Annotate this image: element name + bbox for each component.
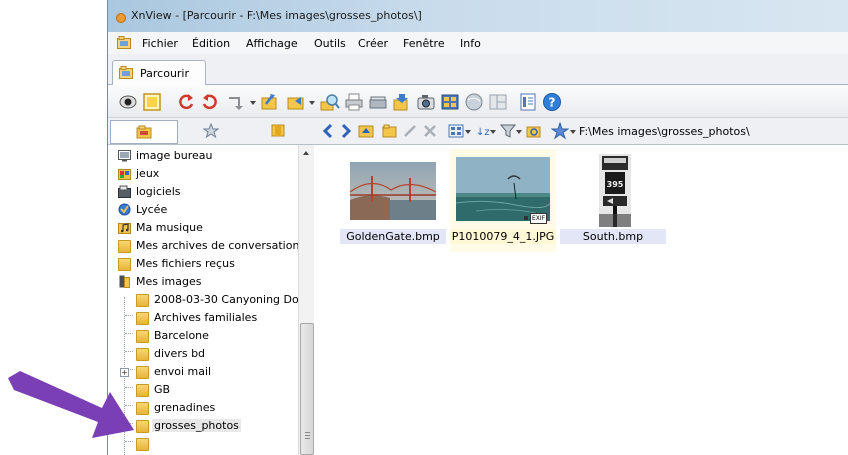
globe-icon[interactable] bbox=[464, 92, 484, 112]
file-thumbnail-goldengate[interactable]: GoldenGate.bmp bbox=[340, 153, 446, 249]
tab-parcourir[interactable]: Parcourir bbox=[112, 60, 206, 85]
tab-favorites[interactable] bbox=[178, 120, 244, 142]
grip-line bbox=[305, 432, 310, 433]
print-icon[interactable] bbox=[344, 92, 364, 112]
folder-icon bbox=[136, 348, 149, 361]
left-pane-tabs bbox=[108, 118, 313, 145]
thumbnail-image-south: 395 bbox=[599, 154, 631, 227]
chevron-down-icon[interactable] bbox=[515, 122, 523, 140]
document-tabs: Parcourir bbox=[108, 54, 848, 85]
grip-line bbox=[305, 435, 310, 436]
menu-affichage[interactable]: Affichage bbox=[246, 37, 298, 50]
folder-sync-icon[interactable] bbox=[525, 122, 543, 140]
file-thumbnail-south[interactable]: 395 South.bmp bbox=[560, 153, 666, 249]
window-title: XnView - [Parcourir - F:\Mes images\gros… bbox=[131, 9, 422, 22]
annotation-arrow bbox=[8, 371, 134, 438]
rotate-right-icon[interactable] bbox=[200, 92, 220, 112]
folder-icon bbox=[136, 294, 149, 307]
folder-icon bbox=[136, 330, 149, 343]
thumbnail-view: GoldenGate.bmp EXIF P1010079_4_1.JPG 395… bbox=[314, 145, 848, 455]
favorites-star-icon bbox=[203, 123, 219, 138]
chevron-down-icon[interactable] bbox=[249, 92, 257, 112]
exif-badge-marker bbox=[524, 216, 528, 220]
rotate-left-icon[interactable] bbox=[176, 92, 196, 112]
eye-icon[interactable] bbox=[118, 92, 138, 112]
svg-text:↓z: ↓z bbox=[476, 127, 490, 138]
school-icon bbox=[118, 203, 131, 216]
folder-icon bbox=[118, 240, 131, 253]
pictures-folder-icon bbox=[119, 275, 130, 288]
sign-number: 395 bbox=[607, 180, 624, 189]
file-name: South.bmp bbox=[560, 229, 666, 244]
favorites-star-icon[interactable] bbox=[551, 122, 569, 140]
layout-icon[interactable] bbox=[488, 92, 508, 112]
rename-icon[interactable] bbox=[401, 122, 419, 140]
camera-icon[interactable] bbox=[416, 92, 436, 112]
desktop-image-icon bbox=[118, 150, 131, 162]
music-folder-icon bbox=[118, 223, 131, 234]
main-toolbar: ? bbox=[108, 85, 848, 118]
chevron-down-icon[interactable] bbox=[464, 122, 472, 140]
tab-label: Parcourir bbox=[140, 67, 190, 80]
chevron-down-icon[interactable] bbox=[308, 92, 316, 112]
view-mode-icon[interactable] bbox=[447, 122, 465, 140]
chevron-down-icon[interactable] bbox=[569, 122, 577, 140]
convert-icon[interactable] bbox=[392, 92, 412, 112]
open-folder-icon[interactable] bbox=[260, 92, 280, 112]
menu-fenetre[interactable]: Fenêtre bbox=[403, 37, 445, 50]
chevron-down-icon[interactable] bbox=[489, 122, 497, 140]
folder-icon bbox=[118, 258, 131, 271]
forward-icon[interactable] bbox=[337, 122, 355, 140]
grip-line bbox=[305, 438, 310, 439]
title-bar[interactable]: XnView - [Parcourir - F:\Mes images\gros… bbox=[108, 0, 848, 32]
games-icon bbox=[118, 169, 131, 180]
help-icon[interactable]: ? bbox=[542, 92, 562, 112]
fullscreen-icon[interactable] bbox=[142, 92, 162, 112]
parent-folder-icon[interactable] bbox=[357, 122, 375, 140]
file-name: P1010079_4_1.JPG bbox=[450, 229, 556, 244]
navigation-bar: ↓z F:\Mes images\grosses_photos\ bbox=[313, 118, 848, 145]
folder-icon bbox=[136, 312, 149, 325]
browser-icon[interactable] bbox=[117, 36, 131, 49]
thumbnail-image-p1010079 bbox=[456, 157, 550, 221]
new-folder-icon[interactable] bbox=[381, 122, 399, 140]
categories-icon bbox=[271, 124, 285, 137]
menu-bar: Fichier Édition Affichage Outils Créer F… bbox=[108, 32, 848, 55]
xnview-window: XnView - [Parcourir - F:\Mes images\gros… bbox=[107, 0, 848, 455]
xnview-app-icon bbox=[116, 13, 126, 23]
transform-icon[interactable] bbox=[225, 92, 245, 112]
tree-connector bbox=[125, 351, 133, 352]
search-icon[interactable] bbox=[320, 92, 340, 112]
file-name: GoldenGate.bmp bbox=[340, 229, 446, 244]
file-thumbnail-p1010079[interactable]: EXIF P1010079_4_1.JPG bbox=[450, 149, 556, 252]
folder-tree-icon bbox=[136, 125, 152, 139]
properties-icon[interactable] bbox=[518, 92, 538, 112]
exif-badge: EXIF bbox=[530, 213, 548, 224]
menu-outils[interactable]: Outils bbox=[314, 37, 346, 50]
menu-edition[interactable]: Édition bbox=[192, 37, 230, 50]
menu-info[interactable]: Info bbox=[460, 37, 481, 50]
scroll-up-arrow-icon[interactable] bbox=[303, 151, 309, 155]
tab-categories[interactable] bbox=[245, 120, 311, 142]
scrollbar-thumb[interactable] bbox=[300, 323, 314, 455]
back-icon[interactable] bbox=[319, 122, 337, 140]
tree-connector bbox=[125, 315, 133, 316]
menu-creer[interactable]: Créer bbox=[358, 37, 388, 50]
tab-folders[interactable] bbox=[110, 120, 178, 144]
move-folder-icon[interactable] bbox=[286, 92, 306, 112]
address-path[interactable]: F:\Mes images\grosses_photos\ bbox=[579, 125, 750, 138]
menu-fichier[interactable]: Fichier bbox=[142, 37, 178, 50]
scanner-icon[interactable] bbox=[368, 92, 388, 112]
delete-icon[interactable] bbox=[421, 122, 439, 140]
tree-scrollbar[interactable] bbox=[298, 145, 314, 455]
tree-connector bbox=[125, 441, 133, 442]
contact-sheet-icon[interactable] bbox=[440, 92, 460, 112]
tree-connector bbox=[125, 333, 133, 334]
browser-icon bbox=[119, 66, 133, 79]
thumbnail-image-goldengate bbox=[350, 162, 436, 220]
svg-text:?: ? bbox=[549, 96, 556, 110]
software-icon bbox=[118, 185, 131, 198]
